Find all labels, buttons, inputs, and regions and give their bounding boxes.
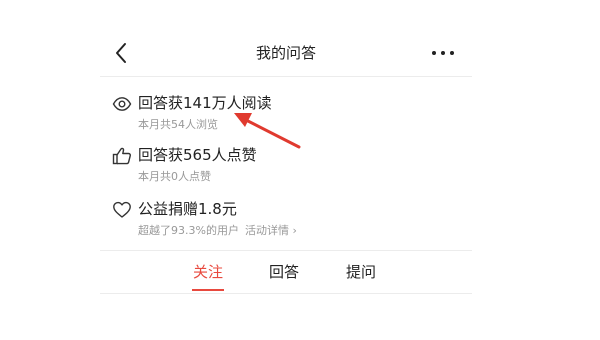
stat-charity: 公益捐赠1.8元 超越了93.3%的用户 活动详情 ›: [112, 198, 462, 242]
stat-likes-title: 回答获565人点赞: [138, 146, 257, 164]
heart-icon: [112, 200, 132, 220]
tab-bar: 关注 回答 提问: [100, 250, 472, 294]
thumbs-up-icon: [112, 146, 132, 166]
page-title: 我的问答: [255, 44, 316, 62]
stat-charity-sub: 超越了93.3%的用户 活动详情 ›: [138, 222, 297, 238]
activity-details-link[interactable]: 活动详情 ›: [245, 224, 297, 237]
tab-questions[interactable]: 提问: [345, 261, 377, 282]
active-tab-indicator: [192, 289, 224, 291]
stat-likes-sub: 本月共0人点赞: [138, 170, 211, 183]
tab-answers[interactable]: 回答: [268, 261, 300, 282]
stat-likes: 回答获565人点赞 本月共0人点赞: [112, 144, 462, 188]
more-dots-icon: [432, 51, 454, 55]
more-options-button[interactable]: [428, 42, 458, 64]
my-qa-page: 我的问答 回答获141万人阅读 本月共54人浏览 回答获565人点赞 本月共0人…: [100, 0, 472, 340]
stat-reads: 回答获141万人阅读 本月共54人浏览: [112, 92, 462, 136]
stat-reads-sub: 本月共54人浏览: [138, 118, 218, 131]
tab-following[interactable]: 关注: [192, 261, 224, 282]
stat-charity-title: 公益捐赠1.8元: [138, 200, 237, 218]
eye-icon: [112, 94, 132, 114]
top-bar: 我的问答: [100, 30, 472, 77]
stat-reads-title: 回答获141万人阅读: [138, 94, 272, 112]
charity-rank-text: 超越了93.3%的用户: [138, 224, 239, 237]
